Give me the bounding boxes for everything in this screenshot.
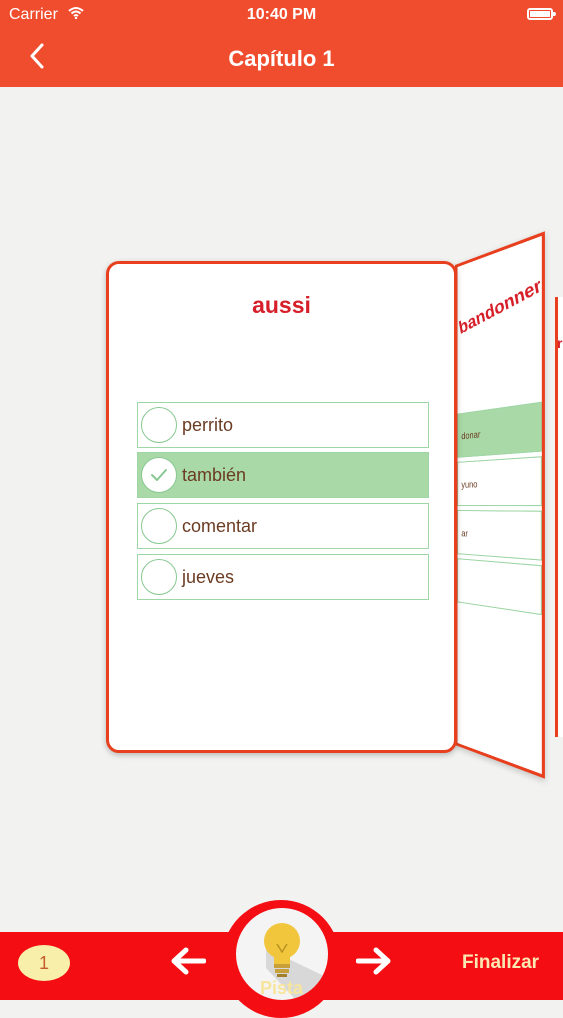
- clock: 10:40 PM: [246, 6, 317, 23]
- chevron-left-icon: [29, 43, 45, 74]
- answer-label: jueves: [182, 567, 235, 587]
- answer-option[interactable]: jueves: [137, 554, 429, 600]
- arrow-left-icon: [170, 947, 207, 980]
- back-button[interactable]: [22, 42, 52, 74]
- radio-icon: [141, 559, 177, 595]
- next-button[interactable]: [354, 945, 394, 981]
- quiz-card: aussi perrito también comentar jueves: [106, 261, 457, 753]
- check-icon: [141, 457, 177, 493]
- next-card[interactable]: bandonner donar yuno ar: [455, 231, 545, 779]
- hint-label: Pista: [259, 978, 304, 998]
- edge-card: [555, 297, 563, 737]
- next-card-word: bandonner: [457, 273, 543, 339]
- next-card-option: donar: [457, 401, 542, 458]
- finish-button[interactable]: Finalizar: [462, 952, 539, 974]
- answer-label: también: [182, 465, 247, 485]
- previous-button[interactable]: [168, 945, 208, 981]
- card-counter-badge: 1: [18, 945, 70, 981]
- answer-label: perrito: [182, 415, 234, 435]
- battery-icon: [527, 8, 556, 20]
- page-title: Capítulo 1: [228, 46, 335, 71]
- status-bar: Carrier 10:40 PM: [0, 0, 563, 30]
- answer-option[interactable]: perrito: [137, 402, 429, 448]
- radio-icon: [141, 508, 177, 544]
- next-card-option: [457, 558, 542, 616]
- answer-label: comentar: [182, 516, 258, 536]
- question-word: aussi: [252, 292, 311, 318]
- next-card-option: yuno: [457, 456, 542, 507]
- answer-option-selected[interactable]: también: [137, 452, 429, 498]
- nav-bar: Capítulo 1: [0, 30, 563, 87]
- arrow-right-icon: [355, 947, 392, 980]
- radio-icon: [141, 407, 177, 443]
- edge-card-word: re: [557, 335, 563, 351]
- card-stage: re bandonner donar yuno ar aussi perrito…: [0, 87, 563, 932]
- answer-option[interactable]: comentar: [137, 503, 429, 549]
- next-card-option: ar: [457, 510, 542, 561]
